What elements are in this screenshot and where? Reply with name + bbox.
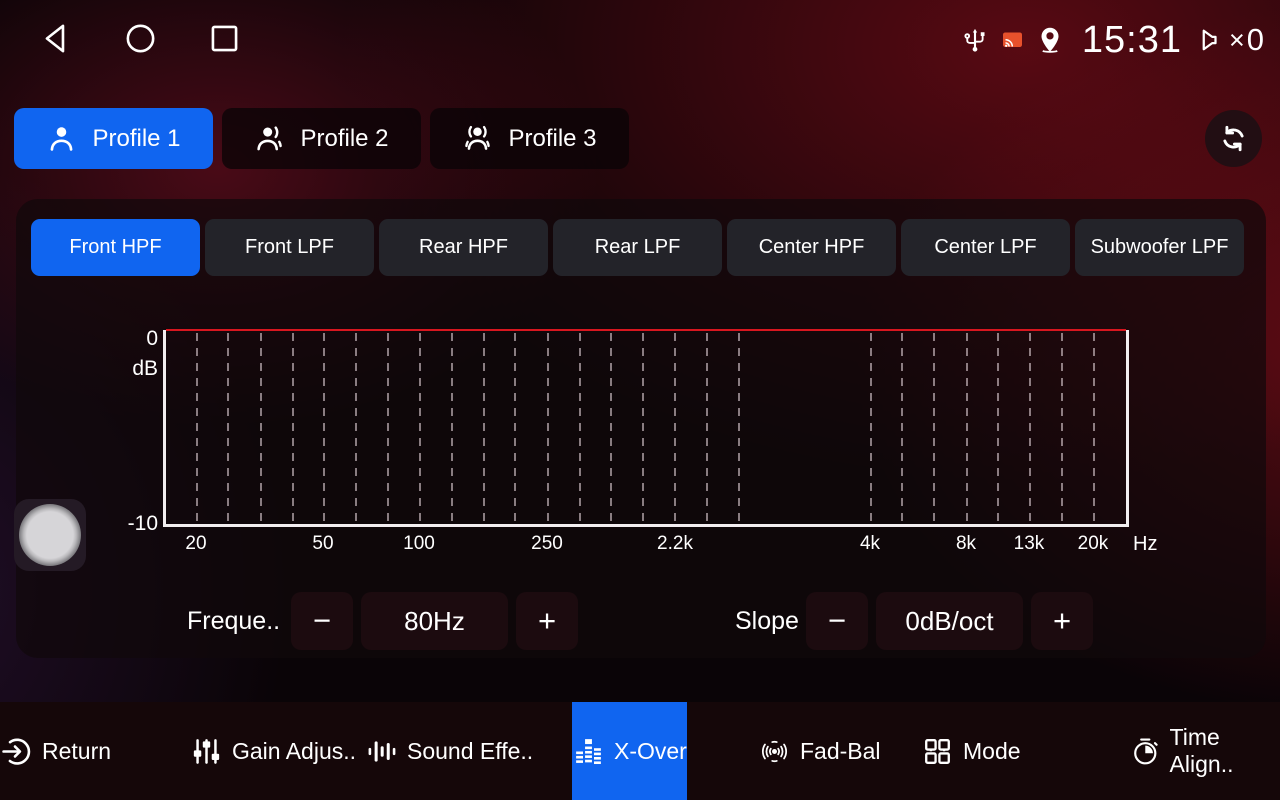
profile-tab-profile-2[interactable]: Profile 2 xyxy=(222,108,421,169)
frequency-minus-button[interactable]: − xyxy=(291,592,353,650)
nav-item-label: Time Align.. xyxy=(1170,724,1280,778)
slope-label: Slope xyxy=(735,592,799,650)
filter-tab-center-lpf[interactable]: Center LPF xyxy=(901,219,1070,276)
clock: 15:31 xyxy=(1082,19,1182,62)
slope-value: 0dB/oct xyxy=(876,592,1023,650)
filter-tab-front-lpf[interactable]: Front LPF xyxy=(205,219,374,276)
back-icon[interactable] xyxy=(38,20,75,57)
slope-plus-button[interactable]: + xyxy=(1031,592,1093,650)
fader-balance-icon xyxy=(758,735,791,768)
person-icon xyxy=(46,123,77,154)
nav-item-label: X-Over xyxy=(614,738,687,765)
recents-icon[interactable] xyxy=(206,20,243,57)
filter-tab-label: Rear HPF xyxy=(419,236,508,259)
frequency-label: Freque.. xyxy=(187,592,280,650)
equalizer-icon xyxy=(572,735,605,768)
filter-tab-label: Front HPF xyxy=(69,236,161,259)
bottom-nav: Gain Adjus.. Sound Effe.. X-Over Fad-Bal… xyxy=(0,702,1280,800)
refresh-button[interactable] xyxy=(1205,110,1262,167)
nav-item-label: Mode xyxy=(963,738,1021,765)
refresh-icon xyxy=(1218,123,1249,154)
nav-item-gain-adjus[interactable]: Gain Adjus.. xyxy=(190,702,356,800)
profile-tab-label: Profile 2 xyxy=(300,125,388,153)
filter-tab-rear-lpf[interactable]: Rear LPF xyxy=(553,219,722,276)
nav-item-mode[interactable]: Mode xyxy=(921,702,1021,800)
frequency-value: 80Hz xyxy=(361,592,508,650)
volume-knob-widget[interactable] xyxy=(14,499,86,571)
nav-item-sound-effe[interactable]: Sound Effe.. xyxy=(365,702,549,800)
filter-tab-subwoofer-lpf[interactable]: Subwoofer LPF xyxy=(1075,219,1244,276)
status-bar: 15:31 × 0 xyxy=(0,0,1280,80)
filter-tab-label: Center LPF xyxy=(934,236,1036,259)
person-voice-right-icon xyxy=(254,123,285,154)
filter-tab-label: Center HPF xyxy=(759,236,865,259)
nav-item-label: Gain Adjus.. xyxy=(232,738,356,765)
gain-sliders-icon xyxy=(190,735,223,768)
speaker-mute-icon xyxy=(1197,25,1227,55)
home-icon[interactable] xyxy=(122,20,159,57)
sound-bars-icon xyxy=(365,735,398,768)
filter-tab-label: Front LPF xyxy=(245,236,334,259)
profile-tab-profile-1[interactable]: Profile 1 xyxy=(14,108,213,169)
location-icon xyxy=(1035,25,1065,55)
return-arrow-icon xyxy=(0,735,33,768)
filter-tab-rear-hpf[interactable]: Rear HPF xyxy=(379,219,548,276)
nav-item-return[interactable]: Return xyxy=(0,702,111,800)
status-icons: 15:31 × 0 xyxy=(960,0,1264,80)
knob-circle[interactable] xyxy=(19,504,81,566)
nav-item-label: Fad-Bal xyxy=(800,738,881,765)
mute-mark: × xyxy=(1229,25,1245,56)
volume-level: 0 xyxy=(1247,22,1264,58)
slope-minus-button[interactable]: − xyxy=(806,592,868,650)
nav-item-label: Return xyxy=(42,738,111,765)
filter-tab-label: Rear LPF xyxy=(595,236,681,259)
usb-icon xyxy=(960,25,990,55)
stopwatch-icon xyxy=(1130,735,1161,768)
filter-tab-front-hpf[interactable]: Front HPF xyxy=(31,219,200,276)
profile-tab-profile-3[interactable]: Profile 3 xyxy=(430,108,629,169)
filter-tabs: Front HPF Front LPF Rear HPF Rear LPF Ce… xyxy=(31,219,1244,276)
mode-grid-icon xyxy=(921,735,954,768)
filter-tab-center-hpf[interactable]: Center HPF xyxy=(727,219,896,276)
filter-tab-label: Subwoofer LPF xyxy=(1091,236,1229,259)
nav-item-fad-bal[interactable]: Fad-Bal xyxy=(758,702,881,800)
person-voice-both-icon xyxy=(462,123,493,154)
nav-item-x-over[interactable]: X-Over xyxy=(572,702,687,800)
nav-item-label: Sound Effe.. xyxy=(407,738,533,765)
frequency-plus-button[interactable]: + xyxy=(516,592,578,650)
profile-tab-label: Profile 3 xyxy=(508,125,596,153)
cast-icon xyxy=(999,28,1026,52)
profile-tab-label: Profile 1 xyxy=(92,125,180,153)
profile-tabs: Profile 1 Profile 2 Profile 3 xyxy=(14,108,629,169)
nav-item-time-align[interactable]: Time Align.. xyxy=(1130,702,1280,800)
